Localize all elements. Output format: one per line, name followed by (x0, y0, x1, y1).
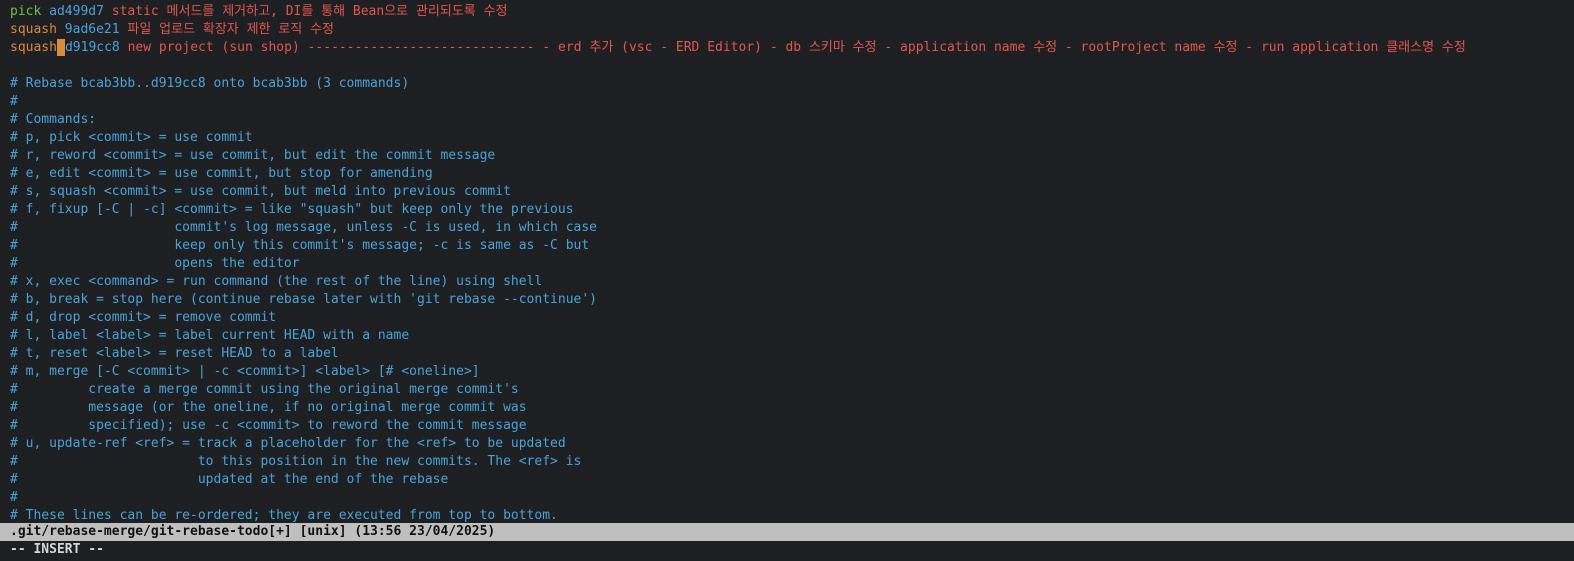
comment-line: # r, reword <commit> = use commit, but e… (10, 148, 496, 163)
comment-line: # s, squash <commit> = use commit, but m… (10, 184, 511, 199)
comment-line: # Commands: (10, 112, 97, 127)
comment-block: # Rebase bcab3bb..d919cc8 onto bcab3bb (… (10, 75, 1570, 522)
comment-line: # These lines can be re-ordered; they ar… (10, 508, 558, 522)
comment-line: # m, merge [-C <commit> | -c <commit>] <… (10, 364, 480, 379)
mode-indicator: -- INSERT -- (10, 542, 104, 557)
commit-message: new project (sun shop) -----------------… (119, 40, 1466, 55)
comment-line: # Rebase bcab3bb..d919cc8 onto bcab3bb (… (10, 76, 410, 91)
commit-hash: 9ad6e21 (64, 22, 120, 37)
comment-line: # opens the editor (10, 256, 300, 271)
comment-line: # create a merge commit using the origin… (10, 382, 519, 397)
comment-line: # to this position in the new commits. T… (10, 454, 582, 469)
comment-line: # f, fixup [-C | -c] <commit> = like "sq… (10, 202, 574, 217)
commit-hash: d919cc8 (64, 40, 120, 55)
commit-message: static 메서드를 제거하고, DI를 통해 Bean으로 관리되도록 수정 (103, 4, 508, 19)
status-bar: .git/rebase-merge/git-rebase-todo[+] [un… (0, 523, 1574, 541)
comment-line: # keep only this commit's message; -c is… (10, 238, 590, 253)
comment-line: # u, update-ref <ref> = track a placehol… (10, 436, 566, 451)
comment-line: # d, drop <commit> = remove commit (10, 310, 277, 325)
comment-line: # (10, 490, 18, 505)
todo-line-2[interactable]: squash 9ad6e21 파일 업로드 확장자 제한 로직 수정 (10, 21, 1570, 39)
comment-line: # b, break = stop here (continue rebase … (10, 292, 597, 307)
command-squash: squash (10, 22, 57, 37)
comment-line: # commit's log message, unless -C is use… (10, 220, 597, 235)
text-cursor (56, 39, 65, 56)
comment-line: # t, reset <label> = reset HEAD to a lab… (10, 346, 339, 361)
commit-hash: ad499d7 (49, 4, 104, 19)
command-squash: squash (10, 40, 57, 55)
todo-line-1[interactable]: pick ad499d7 static 메서드를 제거하고, DI를 통해 Be… (10, 3, 1570, 21)
commit-message: 파일 업로드 확장자 제한 로직 수정 (119, 22, 334, 37)
comment-line: # x, exec <command> = run command (the r… (10, 274, 543, 289)
comment-line: # (10, 94, 18, 109)
comment-line: # updated at the end of the rebase (10, 472, 449, 487)
comment-line: # p, pick <commit> = use commit (10, 130, 253, 145)
command-pick: pick (10, 4, 42, 19)
editor-buffer[interactable]: pick ad499d7 static 메서드를 제거하고, DI를 통해 Be… (10, 3, 1570, 522)
comment-line: # specified); use -c <commit> to reword … (10, 418, 527, 433)
todo-line-3[interactable]: squash d919cc8 new project (sun shop) ---… (10, 39, 1570, 57)
comment-line: # l, label <label> = label current HEAD … (10, 328, 410, 343)
comment-line: # message (or the oneline, if no origina… (10, 400, 527, 415)
comment-line: # e, edit <commit> = use commit, but sto… (10, 166, 433, 181)
